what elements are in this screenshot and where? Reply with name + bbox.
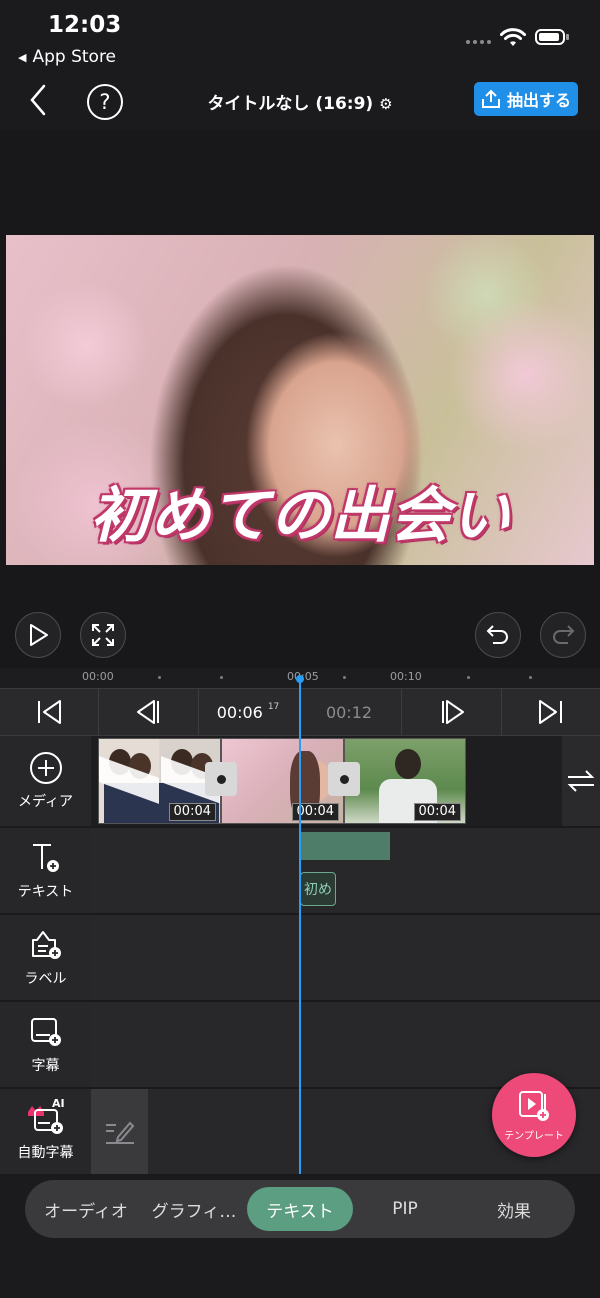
track-subtitle-button[interactable]: 字幕 <box>0 1002 91 1089</box>
transition-button-2[interactable] <box>328 762 360 796</box>
back-app-label: App Store <box>32 47 117 67</box>
template-button[interactable]: テンプレート <box>492 1073 576 1157</box>
wifi-icon <box>500 28 526 46</box>
redo-icon <box>553 625 575 644</box>
back-to-app-store[interactable]: ◀ App Store <box>18 47 116 67</box>
track-label-button[interactable]: ラベル <box>0 915 91 1002</box>
tab-text[interactable]: テキスト <box>247 1187 353 1231</box>
template-label: テンプレート <box>504 1130 564 1142</box>
next-time-display: 00:12 <box>297 689 402 735</box>
template-icon <box>519 1090 549 1121</box>
undo-icon <box>486 625 508 644</box>
track-label-label: ラベル <box>24 970 67 987</box>
media-track: 00:04 00:04 00:04 <box>91 736 600 828</box>
track-auto-subtitle-label: 自動字幕 <box>17 1144 74 1161</box>
gear-icon: ⚙ <box>379 95 393 113</box>
battery-icon <box>535 29 565 45</box>
undo-button[interactable] <box>475 612 521 658</box>
current-frames: 17 <box>267 702 280 712</box>
back-triangle-icon: ◀ <box>18 50 27 64</box>
media-clip-3[interactable]: 00:04 <box>344 738 466 824</box>
text-clip[interactable] <box>300 832 390 860</box>
expand-icon <box>92 624 114 646</box>
ruler-tick-2: 00:10 <box>390 670 422 683</box>
upload-icon <box>481 89 500 108</box>
swap-track-button[interactable] <box>562 736 600 826</box>
text-track: 初め <box>91 828 600 915</box>
redo-button[interactable] <box>540 612 586 658</box>
export-button[interactable]: 抽出する <box>474 82 578 116</box>
track-text-button[interactable]: テキスト <box>0 828 91 915</box>
pencil-lines-icon <box>105 1121 134 1144</box>
play-icon <box>30 624 48 646</box>
cellular-signal-icon <box>466 40 491 44</box>
playhead-line[interactable] <box>299 680 301 1174</box>
fullscreen-button[interactable] <box>80 612 126 658</box>
prev-frame-icon <box>136 700 159 724</box>
track-auto-subtitle-button[interactable]: AI 自動字幕 <box>0 1089 91 1176</box>
tab-pip[interactable]: PIP <box>370 1180 440 1238</box>
tab-graphics[interactable]: グラフィ… <box>143 1180 245 1238</box>
ruler-tick-0: 00:00 <box>82 670 114 683</box>
project-title-label: タイトルなし (16:9) <box>207 94 374 114</box>
caption-text[interactable]: 初めての出会い <box>6 467 594 554</box>
tab-effects[interactable]: 効果 <box>477 1180 551 1238</box>
swap-arrows-icon <box>567 770 595 792</box>
track-media-button[interactable]: メディア <box>0 736 91 828</box>
prev-frame-button[interactable] <box>99 689 199 735</box>
skip-to-start-button[interactable] <box>0 689 99 735</box>
status-time: 12:03 <box>48 12 122 38</box>
current-time: 00:06 <box>216 702 263 722</box>
text-item-chip[interactable]: 初め <box>300 872 336 906</box>
track-text-label: テキスト <box>17 883 74 900</box>
track-media-label: メディア <box>17 794 74 810</box>
clip-duration-3: 00:04 <box>413 803 461 821</box>
add-label-icon <box>31 930 61 959</box>
label-track <box>91 915 600 1002</box>
export-label: 抽出する <box>506 91 571 110</box>
skip-to-end-button[interactable] <box>502 689 600 735</box>
transition-button-1[interactable] <box>205 762 237 796</box>
ai-badge: AI <box>52 1097 65 1110</box>
next-time: 00:12 <box>325 702 373 722</box>
clip-duration-1: 00:04 <box>168 803 216 821</box>
add-subtitle-icon <box>30 1017 61 1046</box>
play-button[interactable] <box>15 612 61 658</box>
next-frame-button[interactable] <box>402 689 502 735</box>
current-time-display: 00:06 17 <box>199 689 297 735</box>
add-text-icon <box>32 843 59 872</box>
edit-subtitle-button[interactable] <box>91 1089 148 1174</box>
media-clip-1[interactable]: 00:04 <box>98 738 221 824</box>
media-clip-2[interactable]: 00:04 <box>221 738 344 824</box>
video-preview[interactable]: 初めての出会い <box>6 235 594 565</box>
add-circle-icon <box>29 752 62 784</box>
battery-cap <box>566 34 569 40</box>
skip-start-icon <box>38 700 61 724</box>
next-frame-icon <box>441 700 464 724</box>
track-subtitle-label: 字幕 <box>31 1057 60 1074</box>
bottom-tab-bar: オーディオ グラフィ… テキスト PIP 効果 <box>25 1180 575 1238</box>
skip-end-icon <box>539 700 562 724</box>
tab-audio[interactable]: オーディオ <box>35 1180 137 1238</box>
